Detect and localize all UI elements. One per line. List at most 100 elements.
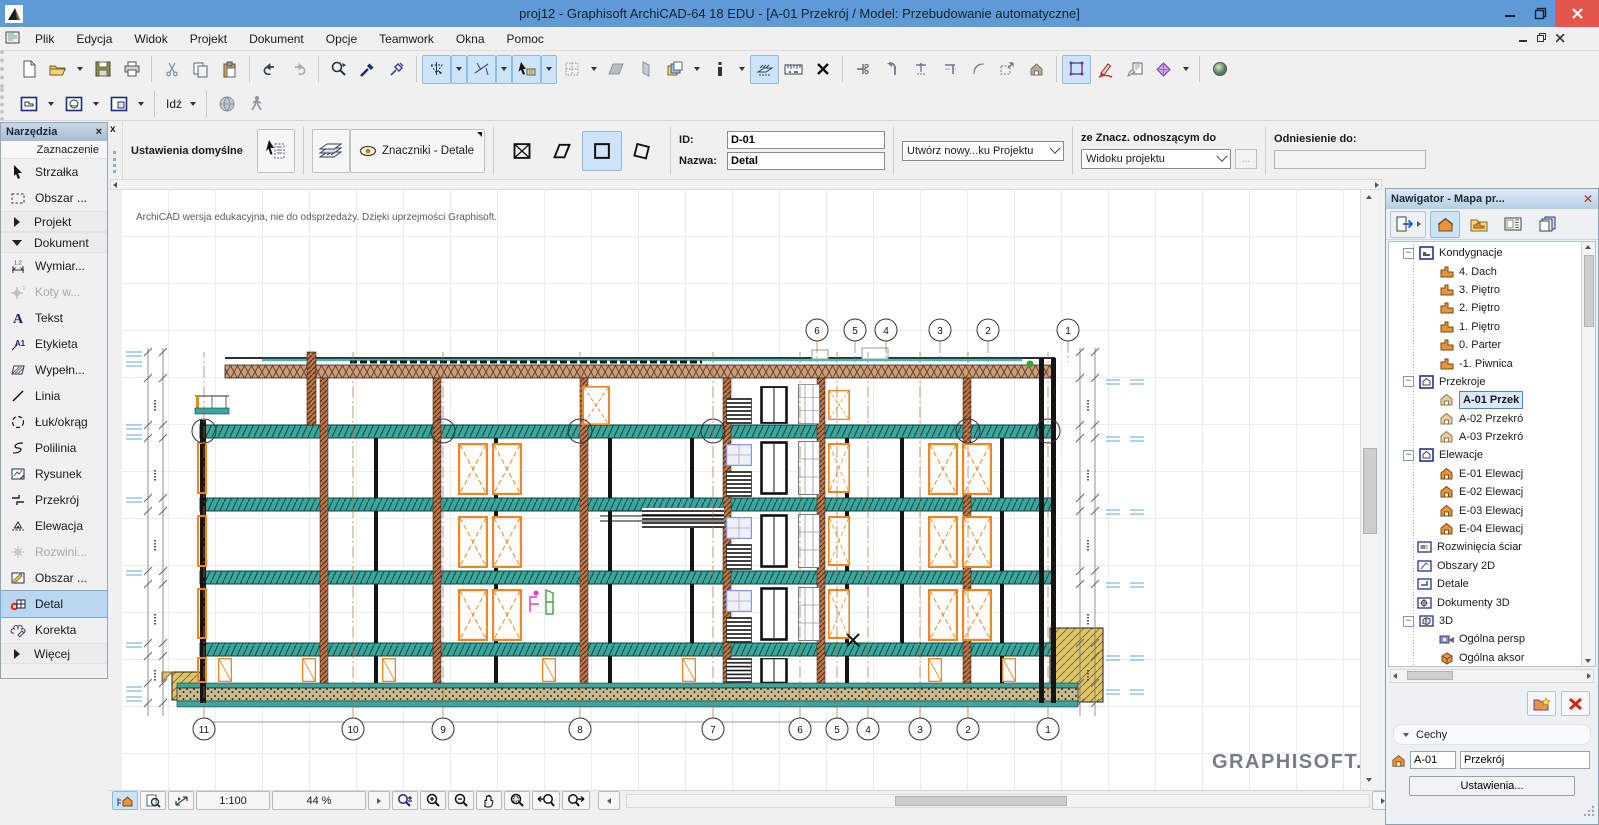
go-dropdown[interactable]: [185, 90, 201, 119]
tool-linia[interactable]: Linia: [1, 383, 107, 409]
copy-button[interactable]: [186, 55, 215, 84]
adjust-button[interactable]: [877, 55, 906, 84]
hscroll-left-button[interactable]: [598, 791, 620, 810]
mirror-plane-button[interactable]: [631, 55, 660, 84]
mdi-minimize-button[interactable]: [1519, 32, 1528, 46]
tree-vertical-scrollbar[interactable]: [1581, 242, 1595, 666]
canvas-vertical-scrollbar[interactable]: [1360, 190, 1377, 790]
tree-item-obszary-2d[interactable]: Obszary 2D: [1389, 557, 1582, 575]
delete-viewpoint-button[interactable]: [1561, 691, 1590, 716]
guide-lines-dropdown[interactable]: [496, 55, 512, 84]
morph-button[interactable]: [1149, 55, 1178, 84]
pick-up-parameters-button[interactable]: [353, 55, 382, 84]
tree-item-4-dach[interactable]: 4. Dach: [1389, 262, 1582, 280]
menu-opcje[interactable]: Opcje: [315, 32, 368, 46]
tree-item-a-02-przekró[interactable]: A-02 Przekró: [1389, 410, 1582, 428]
resize-button[interactable]: [993, 55, 1022, 84]
zoom-level-button[interactable]: 44 %: [272, 791, 366, 810]
markup-pen-button[interactable]: [1091, 55, 1120, 84]
marker-selector-button[interactable]: Znaczniki - Detale: [350, 129, 485, 173]
fit-in-window-button[interactable]: [504, 791, 530, 810]
menu-projekt[interactable]: Projekt: [179, 32, 238, 46]
next-zoom-button[interactable]: [562, 791, 590, 810]
tool-dokument[interactable]: Dokument: [1, 232, 107, 253]
tree-item-rozwinięcia-ściar[interactable]: Rozwinięcia ściar: [1389, 538, 1582, 556]
tree-item-2-piętro[interactable]: 2. Piętro: [1389, 299, 1582, 317]
mdi-close-button[interactable]: [1556, 32, 1565, 46]
tool-projekt[interactable]: Projekt: [1, 211, 107, 232]
tool-obszar[interactable]: Obszar ...: [1, 565, 107, 591]
drawing-canvas[interactable]: ArchiCAD wersja edukacyjna, nie do odspr…: [122, 190, 1360, 790]
tree-item-detale[interactable]: Detale: [1389, 575, 1582, 593]
close-tool-button[interactable]: [808, 55, 837, 84]
snap-grid-dropdown[interactable]: [586, 55, 602, 84]
mdi-restore-button[interactable]: [1537, 32, 1547, 46]
expander-minus-icon[interactable]: −: [1403, 376, 1414, 387]
pen-weight-button[interactable]: [705, 55, 734, 84]
zoom-out-button[interactable]: [448, 791, 474, 810]
previous-view-button[interactable]: [14, 90, 43, 119]
tree-scroll-down-icon[interactable]: [1585, 659, 1591, 663]
window-layout-dropdown[interactable]: [133, 90, 149, 119]
elevate-button[interactable]: [1022, 55, 1051, 84]
scroll-right-icon[interactable]: [1375, 182, 1379, 188]
geometry-rectangle-button[interactable]: [582, 131, 622, 171]
ruler-button[interactable]: [779, 55, 808, 84]
explore-walk-button[interactable]: [241, 90, 270, 119]
new-file-button[interactable]: [14, 55, 43, 84]
scale-button[interactable]: 1:100: [196, 791, 270, 810]
menu-teamwork[interactable]: Teamwork: [368, 32, 445, 46]
close-button[interactable]: [1555, 0, 1599, 27]
zoom-menu-button[interactable]: [368, 791, 390, 810]
tree-item-a-03-przekró[interactable]: A-03 Przekró: [1389, 428, 1582, 446]
vertical-scroll-thumb[interactable]: [1363, 448, 1377, 534]
inject-parameters-button[interactable]: [382, 55, 411, 84]
window-layout-button[interactable]: [104, 90, 133, 119]
tree-item-e-03-elewacj[interactable]: E-03 Elewacj: [1389, 501, 1582, 519]
previous-view-dropdown[interactable]: [43, 90, 59, 119]
tool-obszar[interactable]: Obszar ...: [1, 185, 107, 211]
info-box-handle[interactable]: x: [108, 122, 123, 179]
menu-plik[interactable]: Plik: [24, 32, 65, 46]
tree-item-ogólna-aksor[interactable]: Ogólna aksor: [1389, 649, 1582, 667]
open-file-button[interactable]: [43, 55, 72, 84]
menu-dokument[interactable]: Dokument: [238, 32, 315, 46]
tool-więcej[interactable]: Więcej: [1, 643, 107, 664]
tool-tekst[interactable]: ATekst: [1, 305, 107, 331]
tool-przekrój[interactable]: Przekrój: [1, 487, 107, 513]
gravity-toggle[interactable]: [422, 55, 451, 84]
cut-button[interactable]: [157, 55, 186, 84]
morph-dropdown[interactable]: [1178, 55, 1194, 84]
quick-layers-toggle[interactable]: [750, 55, 779, 84]
tree-item-3-piętro[interactable]: 3. Piętro: [1389, 281, 1582, 299]
viewpoint-type-input[interactable]: [1460, 751, 1590, 769]
pen-weight-dropdown[interactable]: [734, 55, 750, 84]
tree-item-ogólna-persp[interactable]: Ogólna persp: [1389, 630, 1582, 648]
expander-minus-icon[interactable]: −: [1403, 450, 1414, 461]
tree-item-1-piwnica[interactable]: -1. Piwnica: [1389, 354, 1582, 372]
tool-polilinia[interactable]: Polilinia: [1, 435, 107, 461]
canvas-horizontal-scrollbar[interactable]: [626, 794, 1370, 808]
preview-button[interactable]: [140, 791, 166, 810]
restore-button[interactable]: [1525, 0, 1555, 27]
cursor-snap-toggle[interactable]: [512, 55, 541, 84]
tree-scroll-thumb[interactable]: [1584, 255, 1594, 327]
orbit-dropdown[interactable]: [88, 90, 104, 119]
viewpoint-id-input[interactable]: [1410, 751, 1456, 769]
paste-button[interactable]: [215, 55, 244, 84]
layer-button[interactable]: [312, 129, 350, 173]
tool-wypełn[interactable]: Wypełn...: [1, 357, 107, 383]
layouting-button[interactable]: [1120, 55, 1149, 84]
tree-scroll-up-icon[interactable]: [1585, 245, 1591, 249]
new-viewpoint-button[interactable]: [1527, 691, 1556, 716]
expander-minus-icon[interactable]: −: [1403, 616, 1414, 627]
resize-grip[interactable]: [1583, 804, 1596, 822]
minimize-button[interactable]: [1495, 0, 1525, 27]
more-options-button[interactable]: ...: [1235, 149, 1257, 169]
view-map-button[interactable]: [1464, 211, 1494, 238]
tree-item-dokumenty-3d[interactable]: Dokumenty 3D: [1389, 593, 1582, 611]
tree-scroll-right-icon[interactable]: [1587, 673, 1591, 679]
menu-widok[interactable]: Widok: [123, 32, 178, 46]
tree-item-e-04-elewacj[interactable]: E-04 Elewacj: [1389, 520, 1582, 538]
tool-korekta[interactable]: Korekta: [1, 617, 107, 643]
